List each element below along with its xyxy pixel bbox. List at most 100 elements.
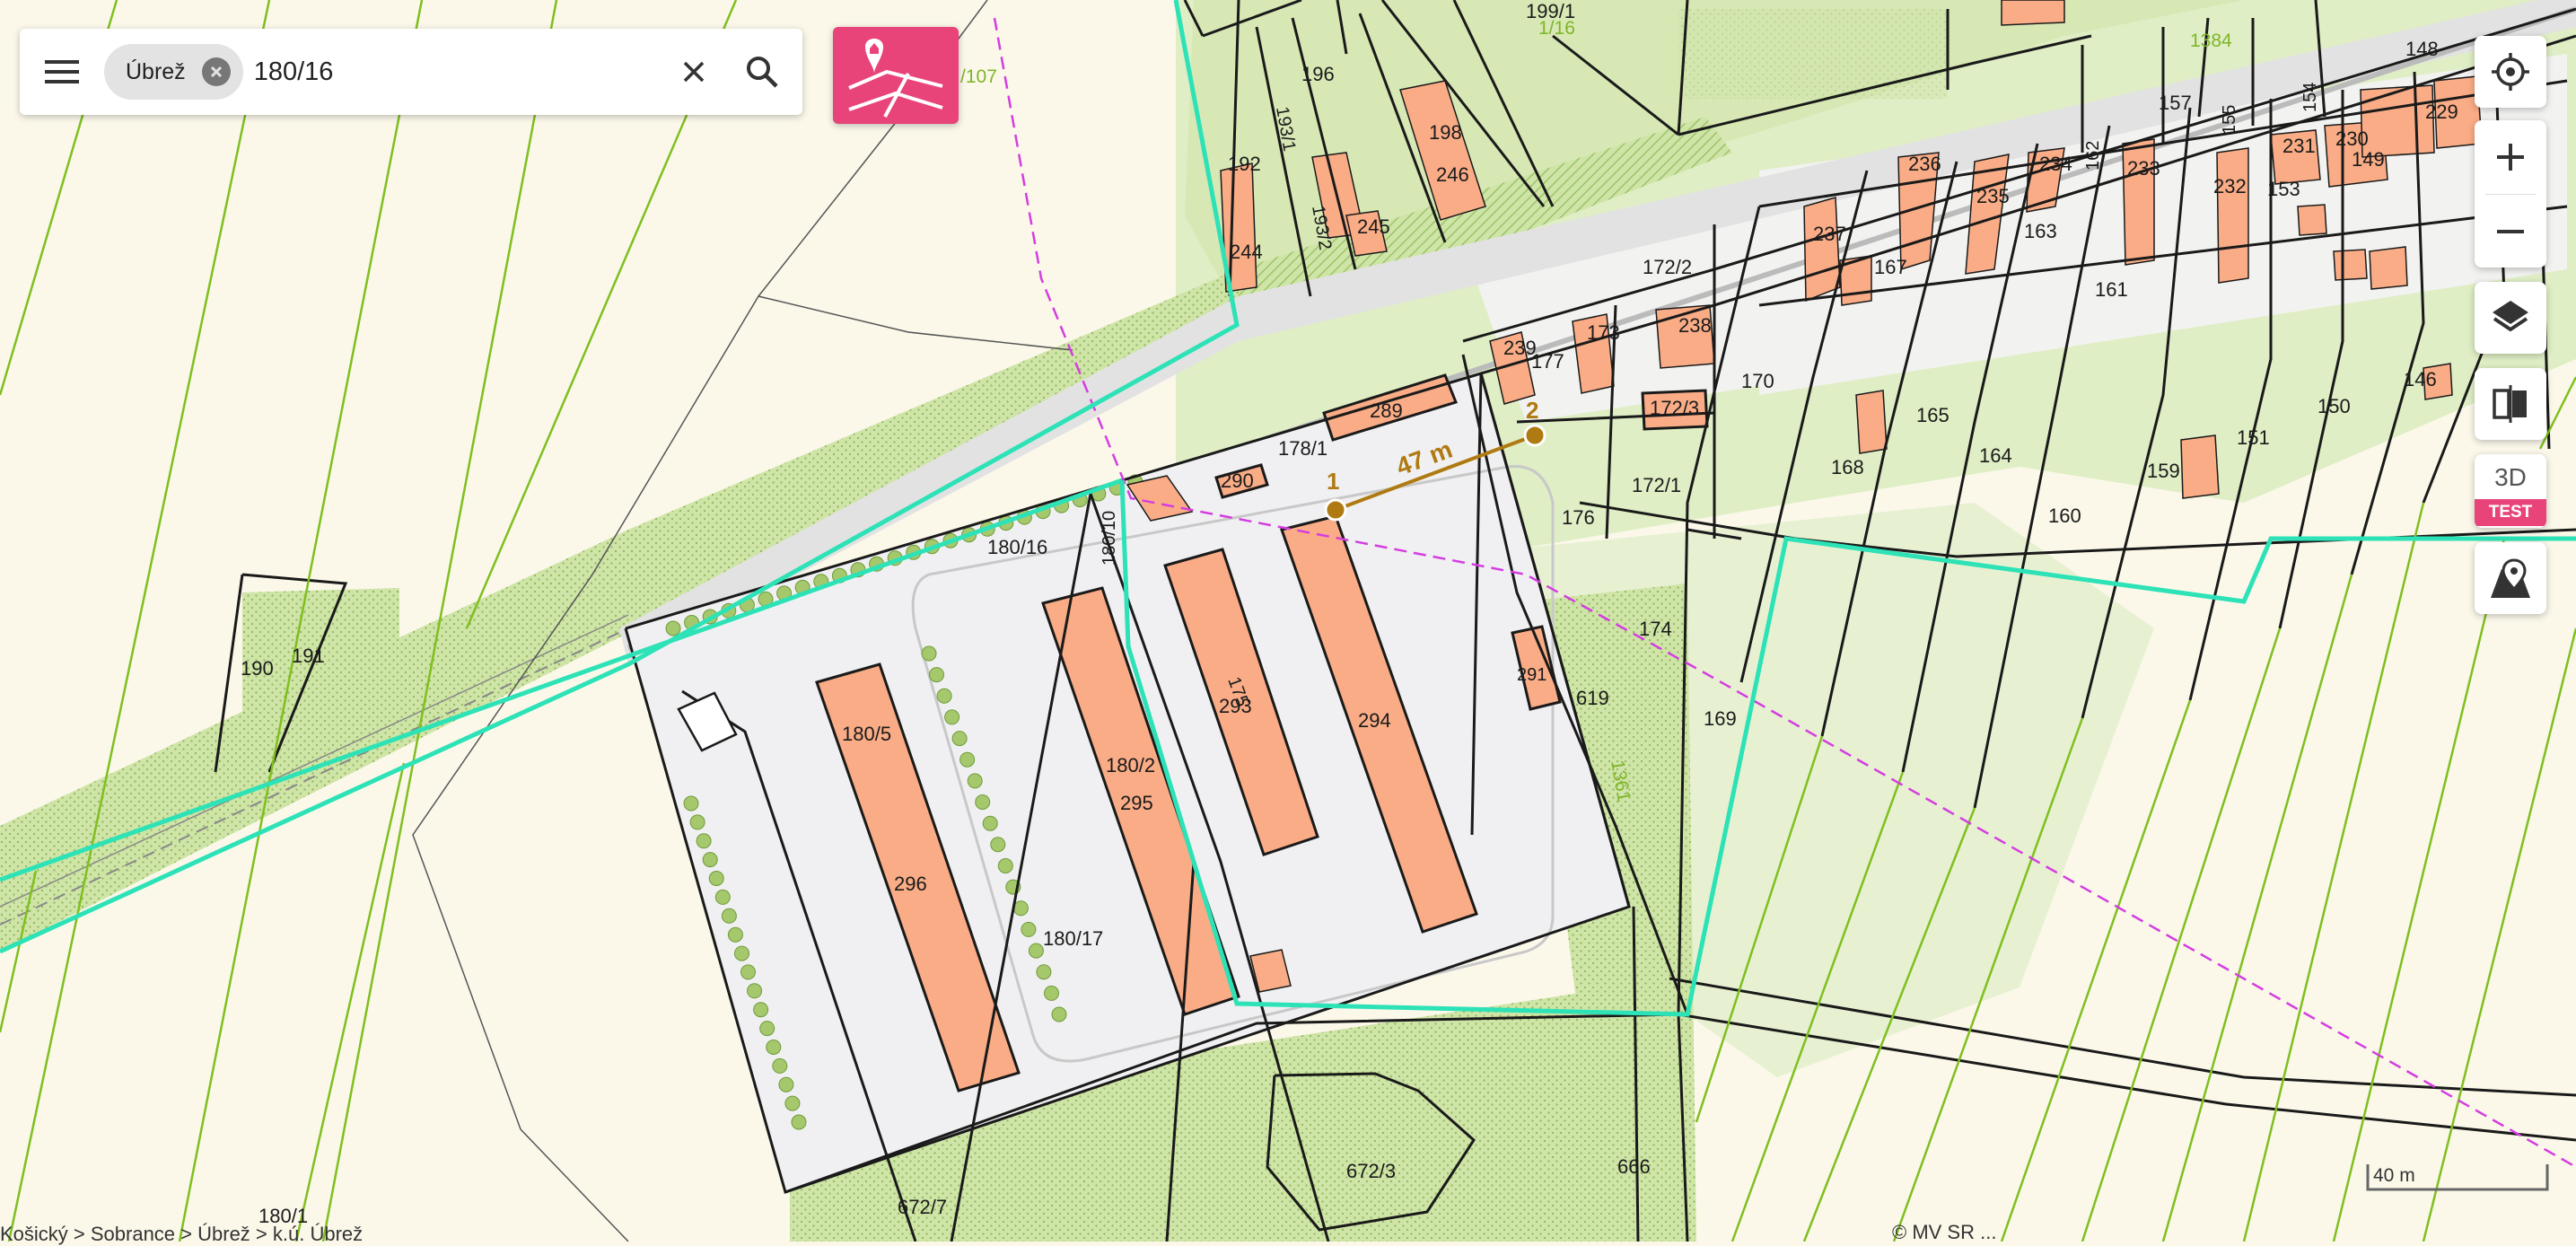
clear-search-button[interactable]: [660, 29, 728, 115]
label-176: 176: [1562, 506, 1595, 529]
label-146: 146: [2404, 368, 2437, 390]
label-239: 239: [1503, 337, 1537, 359]
label-672-3: 672/3: [1346, 1160, 1396, 1182]
label-172-3: 172/3: [1650, 397, 1699, 419]
breadcrumb: Košický > Sobrance > Úbrež > k.ú. Úbrež: [0, 1223, 364, 1245]
label-191: 191: [292, 645, 325, 667]
label-295: 295: [1120, 792, 1153, 814]
label-233: 233: [2127, 157, 2160, 180]
app-logo-button[interactable]: [833, 27, 959, 124]
label-231: 231: [2282, 135, 2316, 157]
cadastral-map[interactable]: 1 2 47 m 190 191 180/5 296 180/16 180/10…: [0, 0, 2576, 1242]
label-294: 294: [1358, 709, 1391, 732]
measure-point-1: [1324, 498, 1347, 522]
zoom-controls: [2475, 120, 2546, 268]
measure-point-2-label: 2: [1526, 397, 1538, 424]
layers-button[interactable]: [2475, 282, 2546, 354]
label-1-16: 1/16: [1538, 18, 1575, 39]
label-1384: 1384: [2190, 31, 2232, 51]
hamburger-icon: [45, 60, 79, 83]
3d-label: 3D: [2494, 463, 2527, 491]
crosshair-icon: [2492, 53, 2529, 91]
label-149: 149: [2352, 148, 2385, 171]
label-619: 619: [1576, 687, 1609, 709]
label-672-7: 672/7: [898, 1196, 947, 1218]
label-153: 153: [2267, 178, 2300, 200]
search-bar: Úbrež: [20, 29, 802, 115]
label-172-1: 172/1: [1632, 474, 1681, 496]
label-666: 666: [1617, 1155, 1651, 1178]
label-151: 151: [2237, 426, 2270, 449]
label-244: 244: [1230, 241, 1263, 263]
minus-icon: [2497, 230, 2524, 233]
label-169: 169: [1704, 707, 1737, 730]
label-159: 159: [2147, 460, 2180, 482]
measure-point-1-label: 1: [1327, 468, 1339, 495]
layers-icon: [2493, 301, 2528, 332]
label-174: 174: [1639, 618, 1672, 640]
label-168: 168: [1831, 456, 1864, 478]
label-245: 245: [1357, 215, 1390, 238]
label-162: 162: [2083, 141, 2103, 171]
label-173: 173: [1587, 321, 1620, 344]
map-pin-tool-button[interactable]: [2475, 542, 2546, 614]
label-180-10: 180/10: [1100, 511, 1119, 566]
label-150: 150: [2318, 395, 2351, 417]
chip-remove-button[interactable]: [201, 57, 231, 86]
search-icon: [746, 57, 778, 88]
label-148: 148: [2405, 38, 2439, 60]
compare-view-button[interactable]: [2475, 368, 2546, 440]
scale-label: 40 m: [2373, 1165, 2415, 1186]
label-161: 161: [2095, 278, 2128, 301]
label-170: 170: [1741, 370, 1774, 392]
label-155: 155: [2220, 105, 2239, 135]
label-180-5: 180/5: [842, 723, 891, 745]
label-154: 154: [2300, 83, 2320, 112]
label-234: 234: [2039, 153, 2072, 175]
label-291: 291: [1517, 665, 1546, 685]
label-160: 160: [2048, 505, 2081, 527]
label-196: 196: [1301, 63, 1335, 85]
label-235: 235: [1976, 185, 2010, 207]
map-pin-icon: [2491, 558, 2530, 598]
close-icon: [210, 66, 222, 78]
search-button[interactable]: [728, 29, 796, 115]
map-pin-logo-icon: [848, 39, 943, 118]
label-229: 229: [2425, 101, 2458, 123]
compare-icon: [2493, 385, 2527, 423]
measure-point-2: [1523, 424, 1546, 447]
zoom-out-button[interactable]: [2475, 195, 2546, 268]
label-167: 167: [1874, 256, 1907, 278]
label-238: 238: [1678, 314, 1712, 337]
label-296: 296: [894, 873, 927, 895]
clear-icon: [683, 61, 704, 83]
menu-button[interactable]: [20, 29, 104, 115]
label-290: 290: [1221, 469, 1254, 492]
label-192: 192: [1228, 153, 1261, 175]
plus-icon: [2497, 144, 2524, 171]
location-chip-label: Úbrež: [126, 58, 186, 84]
label-246: 246: [1436, 163, 1469, 186]
label-107: /107: [960, 66, 997, 87]
label-289: 289: [1370, 399, 1403, 422]
label-237: 237: [1813, 223, 1846, 245]
label-157: 157: [2159, 92, 2192, 114]
label-198: 198: [1429, 121, 1462, 144]
label-172-2: 172/2: [1643, 256, 1692, 278]
copyright-attribution[interactable]: © MV SR ...: [1892, 1221, 1996, 1244]
locate-me-button[interactable]: [2475, 36, 2546, 108]
3d-view-button[interactable]: 3D TEST: [2475, 454, 2546, 528]
label-180-2: 180/2: [1106, 754, 1155, 777]
label-165: 165: [1916, 404, 1950, 426]
label-190: 190: [241, 657, 274, 680]
label-230: 230: [2335, 127, 2369, 150]
label-180-16: 180/16: [987, 536, 1047, 558]
search-input[interactable]: [251, 56, 660, 88]
location-chip[interactable]: Úbrež: [104, 44, 243, 100]
label-178-1: 178/1: [1278, 437, 1327, 460]
label-180-17: 180/17: [1043, 927, 1103, 950]
test-badge: TEST: [2475, 499, 2546, 526]
zoom-in-button[interactable]: [2475, 120, 2546, 194]
label-236: 236: [1908, 153, 1941, 175]
label-164: 164: [1979, 444, 2012, 467]
